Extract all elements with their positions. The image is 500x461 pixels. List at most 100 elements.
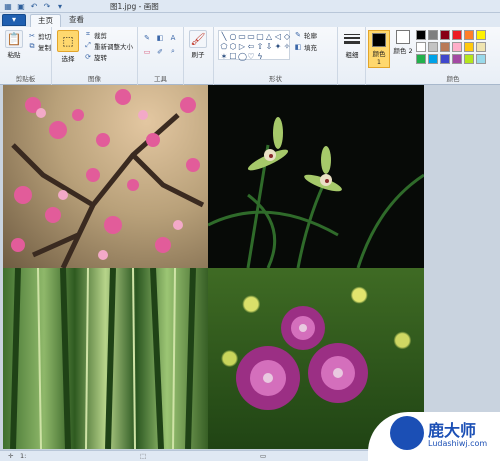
cut-button[interactable]: ✂ 剪切 [28, 31, 51, 41]
file-menu-button[interactable]: ▾ [2, 14, 26, 26]
selection-size-icon: ⬚ [140, 452, 147, 460]
size-group: 粗细 [338, 27, 366, 85]
palette-swatch[interactable] [440, 54, 450, 64]
color1-button[interactable]: 颜色 1 [368, 30, 390, 68]
palette-swatch[interactable] [452, 54, 462, 64]
canvas[interactable] [3, 85, 424, 449]
select-button[interactable]: ⬚ 选择 [56, 30, 80, 63]
shape-item[interactable]: ⇩ [265, 42, 273, 52]
crop-button[interactable]: ⌗ 裁剪 [84, 30, 107, 40]
palette-swatch[interactable] [416, 30, 426, 40]
eraser-icon[interactable]: ▭ [143, 48, 151, 56]
shape-item[interactable]: ◇ [283, 32, 291, 42]
brush-icon: 🖌 [189, 30, 207, 48]
shape-item[interactable]: ♡ [247, 52, 255, 62]
shape-item[interactable]: ⇦ [247, 42, 255, 52]
save-icon[interactable]: ▣ [16, 2, 26, 12]
color2-swatch [396, 30, 410, 44]
rotate-button[interactable]: ⟳ 旋转 [84, 52, 107, 62]
undo-icon[interactable]: ↶ [29, 2, 39, 12]
size-button[interactable]: 粗细 [340, 30, 364, 59]
tools-group-label: 工具 [154, 75, 167, 83]
rotate-icon: ⟳ [85, 52, 91, 61]
paste-icon: 📋 [5, 30, 23, 48]
rotate-label: 旋转 [94, 53, 107, 62]
crop-label: 裁剪 [94, 31, 107, 40]
palette-swatch[interactable] [476, 30, 486, 40]
tab-view[interactable]: 查看 [62, 14, 91, 27]
ribbon-tab-row: ▾ 主页 查看 [0, 13, 500, 27]
palette-swatch[interactable] [416, 42, 426, 52]
shape-options: ✎ 轮廓 ◧ 填充 [294, 30, 317, 52]
shape-item[interactable]: △ [265, 32, 273, 42]
customize-dropdown-icon[interactable]: ▾ [55, 2, 65, 12]
shape-item[interactable]: ▷ [238, 42, 246, 52]
copy-button[interactable]: ⧉ 复制 [28, 42, 52, 52]
palette-swatch[interactable] [452, 30, 462, 40]
shape-item[interactable]: ◯ [238, 52, 247, 62]
shapes-group: ╲ ○ ▭ ▭ ▢ △ ◁ ◇ ⬠ ⬡ ▷ ⇦ ⇧ ⇩ ✦ ✧ ✶ ☐ ◯ ♡ ϟ ✎ 轮廓 ◧ 填充 形状 [214, 27, 338, 85]
palette-swatch[interactable] [416, 54, 426, 64]
palette-swatch[interactable] [440, 30, 450, 40]
palette-swatch[interactable] [452, 42, 462, 52]
shape-item[interactable]: ⇧ [256, 42, 264, 52]
fill-button[interactable]: ◧ 填充 [294, 42, 317, 52]
image-size-icon: ▭ [260, 452, 267, 460]
pencil-icon[interactable]: ✎ [143, 34, 151, 42]
brushes-button[interactable]: 🖌 刷子 [186, 30, 210, 59]
shape-item[interactable]: ☐ [229, 52, 237, 62]
palette-swatch[interactable] [476, 54, 486, 64]
palette-swatch[interactable] [464, 30, 474, 40]
crop-icon: ⌗ [86, 30, 90, 38]
palette-swatch[interactable] [464, 42, 474, 52]
cut-label: 剪切 [38, 32, 51, 41]
shape-item[interactable]: ◁ [274, 32, 282, 42]
image-group-label: 图像 [88, 75, 101, 83]
shape-item[interactable]: ○ [229, 32, 237, 42]
app-menu-icon[interactable]: ▦ [3, 2, 13, 12]
color-palette [416, 30, 486, 64]
shape-item[interactable]: ϟ [256, 52, 264, 62]
shape-item[interactable]: ✧ [283, 42, 291, 52]
fill-label: 填充 [304, 43, 317, 52]
work-area [0, 85, 500, 450]
tab-home[interactable]: 主页 [30, 14, 61, 27]
magnifier-icon[interactable]: ⌕ [169, 47, 177, 56]
palette-swatch[interactable] [464, 54, 474, 64]
palette-swatch[interactable] [428, 30, 438, 40]
palette-swatch[interactable] [428, 54, 438, 64]
clipboard-group-label: 剪贴板 [15, 75, 36, 83]
tools-row-2: ▭ ✐ ⌕ [143, 47, 177, 56]
color2-button[interactable]: 颜色 2 [392, 30, 414, 55]
outline-label: 轮廓 [304, 31, 317, 40]
resize-button[interactable]: ⤢ 重新调整大小 [84, 41, 133, 51]
select-rectangle-icon: ⬚ [57, 30, 79, 52]
copy-label: 复制 [38, 43, 51, 52]
shape-item[interactable]: ⬡ [229, 42, 237, 52]
scissors-icon: ✂ [29, 31, 35, 40]
shape-item[interactable]: ╲ [220, 32, 228, 42]
text-tool-icon[interactable]: A [169, 34, 177, 42]
ribbon: 📋 粘贴 ✂ 剪切 ⧉ 复制 剪贴板 ⬚ 选择 ⌗ 裁剪 ⤢ 重新调整大小 ⟳ … [0, 27, 500, 85]
outline-button[interactable]: ✎ 轮廓 [294, 30, 317, 40]
palette-swatch[interactable] [428, 42, 438, 52]
palette-swatch[interactable] [476, 42, 486, 52]
cursor-position-icon: ✛ [8, 452, 14, 460]
shape-item[interactable]: ✦ [274, 42, 282, 52]
title-bar: ▦ ▣ ↶ ↷ ▾ 图1.jpg - 画图 [0, 0, 500, 13]
palette-swatch[interactable] [440, 42, 450, 52]
fill-bucket-icon[interactable]: ◧ [156, 34, 164, 42]
colors-group-label: 颜色 [446, 75, 460, 83]
shape-item[interactable]: ⬠ [220, 42, 228, 52]
shapes-gallery[interactable]: ╲ ○ ▭ ▭ ▢ △ ◁ ◇ ⬠ ⬡ ▷ ⇦ ⇧ ⇩ ✦ ✧ ✶ ☐ ◯ ♡ ϟ [218, 30, 291, 62]
shape-item[interactable]: ▢ [256, 32, 264, 42]
tools-group: ✎ ◧ A ▭ ✐ ⌕ 工具 [138, 27, 184, 85]
shape-item[interactable]: ▭ [238, 32, 246, 42]
shape-item[interactable]: ✶ [220, 52, 228, 62]
shape-item[interactable]: ▭ [247, 32, 255, 42]
color-picker-icon[interactable]: ✐ [156, 48, 164, 56]
watermark-title: 鹿大师 [428, 421, 477, 440]
select-label: 选择 [61, 55, 75, 63]
paste-button[interactable]: 📋 粘贴 [2, 30, 26, 59]
redo-icon[interactable]: ↷ [42, 2, 52, 12]
